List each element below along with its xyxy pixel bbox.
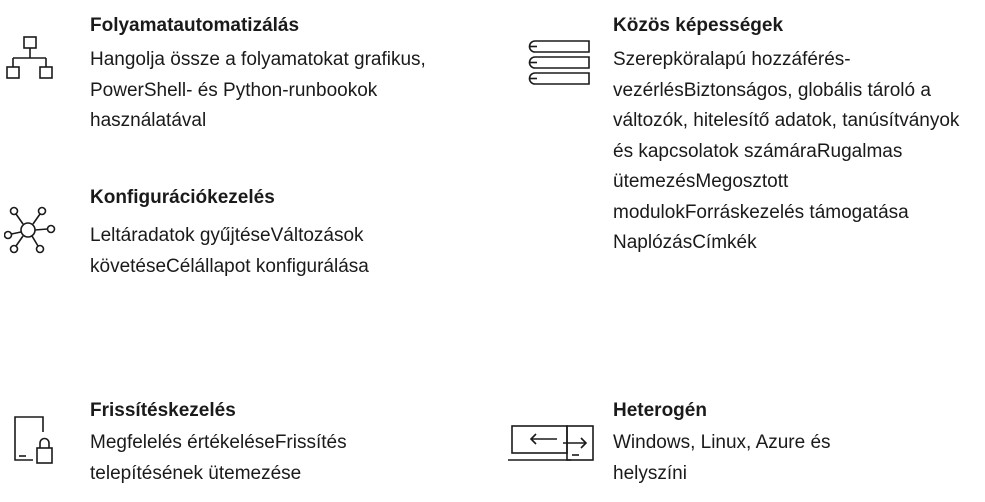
feature-title: Heterogén [613,400,707,421]
feature-title: Konfigurációkezelés [90,187,275,208]
hierarchy-icon [6,36,56,82]
feature-description: Windows, Linux, Azure és helyszíni [613,432,831,484]
monitor-transfer-icon [507,422,597,464]
feature-description: Megfelelés értékeléseFrissítés telepítés… [90,432,347,484]
feature-title: Közös képességek [613,15,784,36]
network-hub-icon [4,205,56,255]
feature-title: Frissítéskezelés [90,400,236,421]
feature-description: Leltáradatok gyűjtéseVáltozások követése… [90,225,369,277]
books-stack-icon [527,40,593,92]
document-lock-icon [14,416,56,466]
feature-title: Folyamatautomatizálás [90,15,300,36]
feature-description: Szerepköralapú hozzáférés-vezérlésBizton… [613,49,960,253]
feature-description: Hangolja össze a folyamatokat grafikus, … [90,49,426,131]
